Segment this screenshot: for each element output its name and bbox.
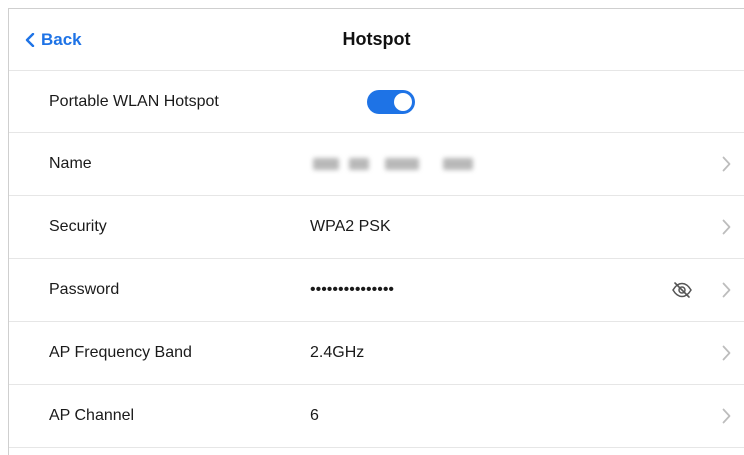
hotspot-name-obscured-value <box>305 154 475 174</box>
chevron-right-icon <box>722 408 731 424</box>
row-name[interactable]: Name <box>9 133 744 196</box>
page-title: Hotspot <box>342 29 411 49</box>
row-label: Password <box>49 281 120 298</box>
security-value: WPA2 PSK <box>310 218 391 235</box>
chevron-left-icon <box>25 32 35 47</box>
frequency-band-value: 2.4GHz <box>310 344 365 361</box>
chevron-right-icon <box>722 156 731 172</box>
header-bar: Back Hotspot <box>9 9 744 70</box>
chevron-right-icon <box>722 219 731 235</box>
back-button[interactable]: Back <box>25 9 82 70</box>
row-label: Security <box>49 218 107 235</box>
row-security[interactable]: Security WPA2 PSK <box>9 196 744 259</box>
row-label: Portable WLAN Hotspot <box>49 92 219 110</box>
toggle-knob <box>394 92 412 111</box>
password-value: ••••••••••••••• <box>310 281 395 298</box>
back-label: Back <box>41 29 82 49</box>
eye-off-icon[interactable] <box>671 281 693 299</box>
row-label: AP Frequency Band <box>49 344 192 361</box>
settings-list: Portable WLAN Hotspot Name Security WPA2… <box>9 70 744 448</box>
row-label: Name <box>49 155 92 172</box>
chevron-right-icon <box>722 282 731 298</box>
row-portable-hotspot: Portable WLAN Hotspot <box>9 70 744 133</box>
hotspot-settings-window: Back Hotspot Portable WLAN Hotspot Name … <box>8 8 744 455</box>
chevron-right-icon <box>722 345 731 361</box>
row-ap-channel[interactable]: AP Channel 6 <box>9 385 744 448</box>
channel-value: 6 <box>310 407 319 424</box>
row-label: AP Channel <box>49 407 135 424</box>
hotspot-toggle[interactable] <box>367 89 415 114</box>
row-ap-frequency-band[interactable]: AP Frequency Band 2.4GHz <box>9 322 744 385</box>
row-password[interactable]: Password ••••••••••••••• <box>9 259 744 322</box>
